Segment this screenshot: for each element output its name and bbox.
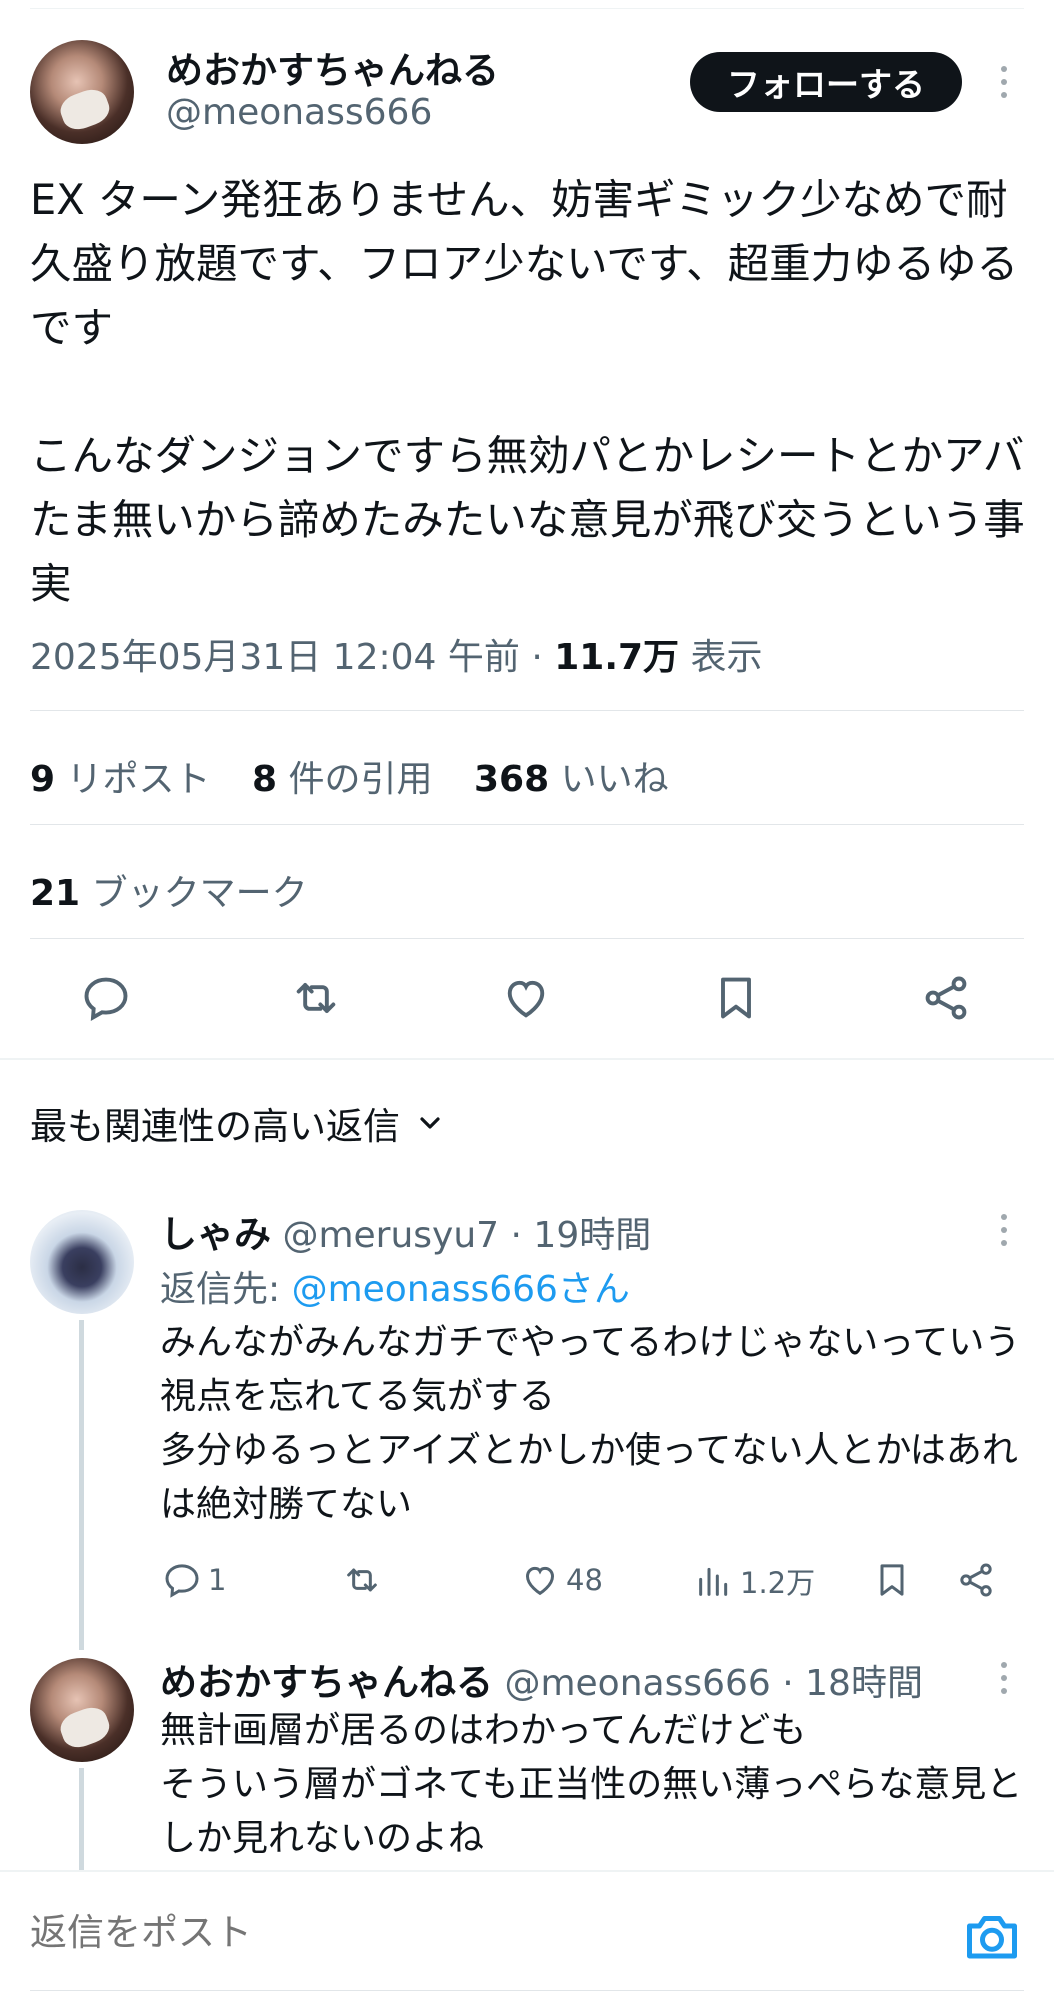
views-icon <box>699 1567 728 1596</box>
replies-sort-label: 最も関連性の高い返信 <box>30 1105 400 1148</box>
bottom-divider <box>30 1990 1024 1991</box>
view-count: 1.2万 <box>740 1566 816 1600</box>
reposts-stat[interactable]: 9 リポスト <box>30 759 211 800</box>
section-divider <box>0 1058 1054 1060</box>
likes-label: いいね <box>560 759 669 800</box>
share-button[interactable] <box>956 1560 996 1600</box>
quotes-stat[interactable]: 8 件の引用 <box>252 759 433 800</box>
reply-header: しゃみ @merusyu7 · 19時間 <box>160 1204 651 1258</box>
camera-icon[interactable] <box>962 1906 1022 1966</box>
reply-text: 無計画層が居るのはわかってんだけども そういう層がゴネても正当性の無い薄っぺらな… <box>160 1710 1023 1859</box>
top-divider <box>30 8 1024 9</box>
views-count: 11.7万 <box>554 637 680 678</box>
bookmark-button[interactable] <box>872 1560 912 1600</box>
tweet-timestamp[interactable]: 2025年05月31日 12:04 午前 <box>30 637 520 678</box>
reply-to-prefix: 返信先: <box>160 1269 292 1310</box>
author-avatar[interactable] <box>30 40 134 144</box>
reply-time[interactable]: · 18時間 <box>782 1663 923 1704</box>
bookmarks-count: 21 <box>30 873 81 914</box>
reply-button[interactable]: 1 <box>162 1560 226 1600</box>
divider <box>30 710 1024 711</box>
reply-text: みんながみんなガチでやってるわけじゃないっていう視点を忘れてる気がする 多分ゆる… <box>160 1322 1021 1525</box>
author-handle[interactable]: @meonass666 <box>166 92 432 133</box>
divider <box>30 824 1024 825</box>
views-label: 表示 <box>690 637 763 678</box>
reply-author-name[interactable]: めおかすちゃんねる <box>160 1661 493 1704</box>
meta-separator: · <box>531 637 555 678</box>
reply-icon <box>165 1564 199 1598</box>
repost-icon <box>347 1568 377 1592</box>
repost-button[interactable] <box>342 1560 382 1600</box>
thread-line <box>79 1320 84 1650</box>
like-button[interactable]: 48 <box>520 1560 603 1600</box>
reply-time[interactable]: · 19時間 <box>511 1215 652 1256</box>
quotes-label: 件の引用 <box>288 759 433 800</box>
views-button[interactable]: 1.2万 <box>694 1560 815 1602</box>
reply-avatar[interactable] <box>30 1210 134 1314</box>
bookmark-icon <box>880 1564 904 1596</box>
author-name[interactable]: めおかすちゃんねる <box>166 40 499 94</box>
chevron-down-icon <box>420 1117 440 1129</box>
bookmarks-label: ブックマーク <box>91 873 308 914</box>
reply-header: めおかすちゃんねる @meonass666 · 18時間 <box>160 1652 923 1706</box>
reply-avatar[interactable] <box>30 1658 134 1762</box>
divider <box>30 938 1024 939</box>
likes-stat[interactable]: 368 いいね <box>474 759 669 800</box>
reply-author-handle[interactable]: @merusyu7 <box>282 1215 499 1256</box>
thread-line <box>79 1768 84 1870</box>
compose-divider <box>0 1870 1054 1872</box>
share-icon <box>960 1563 992 1597</box>
bookmark-icon[interactable] <box>706 968 766 1028</box>
reply-icon[interactable] <box>76 968 136 1028</box>
share-icon[interactable] <box>916 968 976 1028</box>
like-icon <box>525 1566 555 1596</box>
quotes-count: 8 <box>251 759 278 800</box>
like-count: 48 <box>566 1563 603 1597</box>
bookmarks-stat[interactable]: 21 ブックマーク <box>30 864 308 916</box>
reply-author-name[interactable]: しゃみ <box>160 1213 271 1256</box>
reposts-label: リポスト <box>66 759 211 800</box>
tweet-meta: 2025年05月31日 12:04 午前 · 11.7万 表示 <box>30 628 763 680</box>
more-icon[interactable] <box>994 1658 1014 1698</box>
follow-button[interactable]: フォローする <box>690 52 962 112</box>
engagement-stats: 9 リポスト 8 件の引用 368 いいね <box>30 750 669 802</box>
repost-icon[interactable] <box>286 968 346 1028</box>
reply-count: 1 <box>208 1563 227 1597</box>
reply-to-handle[interactable]: @meonass666さん <box>292 1269 630 1310</box>
like-icon[interactable] <box>496 968 556 1028</box>
replies-sort-selector[interactable]: 最も関連性の高い返信 <box>30 1096 446 1150</box>
reposts-count: 9 <box>30 759 56 800</box>
reply-author-handle[interactable]: @meonass666 <box>504 1663 770 1704</box>
more-icon[interactable] <box>994 62 1014 102</box>
tweet-text: EX ターン発狂ありません、妨害ギミック少なめで耐久盛り放題です、フロア少ないで… <box>30 175 1025 608</box>
reply-to: 返信先: @meonass666さん <box>160 1260 630 1312</box>
likes-count: 368 <box>473 759 550 800</box>
more-icon[interactable] <box>994 1210 1014 1250</box>
reply-compose-input[interactable] <box>30 1912 930 1954</box>
